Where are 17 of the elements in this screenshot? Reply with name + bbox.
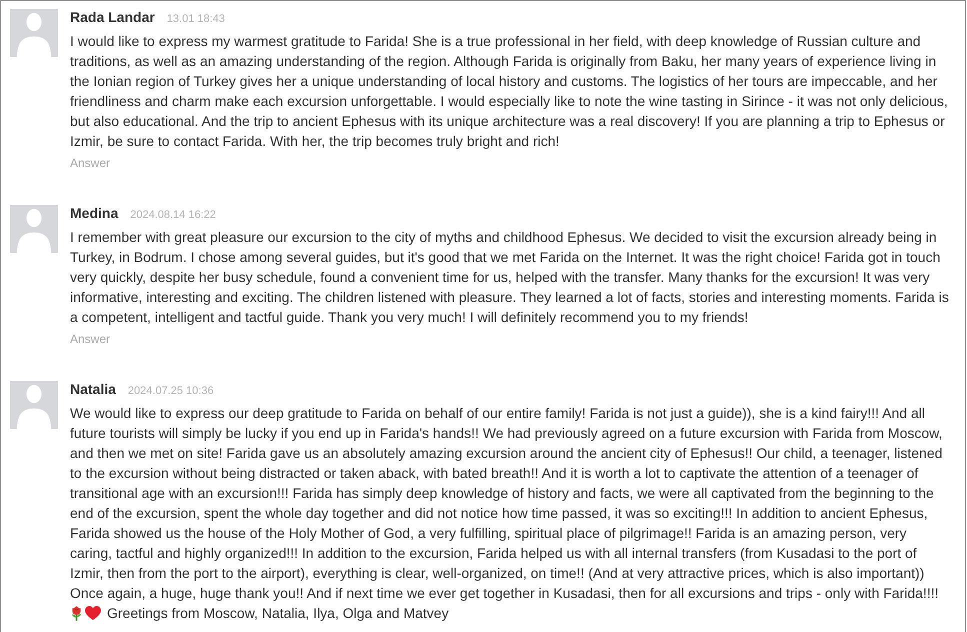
answer-link[interactable]: Answer — [70, 155, 110, 171]
rose-icon — [71, 606, 82, 620]
author-name: Medina — [70, 205, 118, 221]
comment-text: We would like to express our deep gratitude to Farida on behalf of our entire family! Farida is not just a guide)), she is a kind fairy!!! And all future tourists will simply be lucky if you end up in Farida's hands!! We had previously agreed on a future excursion with Farida from Moscow, and then we met on site! Farida gave us an absolutely amazing excursion around the ancient city of Ephesus!! Our child, a teenager, listened to the excursion without being distracted or taken aback, with bated breath!! And it is worth a lot to captivate the attention of a teenager of transitional age with an excursion!!! Farida has simply deep knowledge of history and facts, we were all captivated from the beginning to the end of the excursion, spent the whole day together and did not notice how time passed, it was so exciting!!! In addition to ancient Ephesus, Farida showed us the house of the Holy Mother of God, a very fulfilling, spiritual place of pilgrimage!! Farida is an amazing person, very caring, tactful and highly organized!!! In addition to the excursion, Farida helped us with all internal transfers (from Kusadasi to the port of Izmir, then from the port to the airport), everything is clear, well-organized, on time!! (And at very attractive prices, which is also important)) Once again, a huge, huge thank you!! And if next time we ever get together in Kusadasi, then for all excursions and trips - only with Farida!!!! — [70, 404, 944, 603]
heart-icon — [85, 606, 101, 620]
comment-date: 2024.07.25 10:36 — [128, 384, 214, 399]
avatar-icon — [10, 9, 58, 57]
comment-date: 2024.08.14 16:22 — [130, 208, 216, 223]
author-name: Rada Landar — [70, 9, 155, 25]
signature-text: Greetings from Moscow, Natalia, Ilya, Olga and Matvey — [107, 604, 449, 623]
comment-text: I would like to express my warmest gratitude to Farida! She is a true professional in her field, with deep knowledge of Russian culture and traditions, as well as an amazing understanding of the region. Although Farida is originally from Baku, her many years of experience living in the Ionian region of Turkey gives her a unique understanding of local history and customs. The logistics of her tours are impeccable, and her friendliness and charm make each excursion unforgettable. I would especially like to note the wine tasting in Sirince - it was not only delicious, but also educational. And the trip to ancient Ephesus with its unique architecture was a real discovery! If you are planning a trip to Ephesus or Izmir, be sure to contact Farida. With her, the trip becomes truly bright and rich! — [70, 32, 949, 151]
comment-text: I remember with great pleasure our excursion to the city of myths and childhood Ephesus. We decided to visit the excursion already being in Turkey, in Bodrum. I chose among several guides, but it's good that we met Farida on the Internet. It was the right choice! Farida got in touch very quickly, despite her busy schedule, found a convenient time for us, helped with the transfer. Many thanks for the excursion! It was very informative, interesting and exciting. The children listened with pleasure. They learned a lot of facts, stories and interesting moments. Farida is a competent, intelligent and tactful guide. Thank you very much! I will definitely recommend you to my friends! — [70, 228, 950, 327]
author-name: Natalia — [70, 381, 116, 397]
avatar-icon — [10, 205, 58, 253]
avatar-icon — [10, 381, 58, 429]
answer-link[interactable]: Answer — [70, 331, 110, 347]
comment-date: 13.01 18:43 — [166, 12, 225, 27]
